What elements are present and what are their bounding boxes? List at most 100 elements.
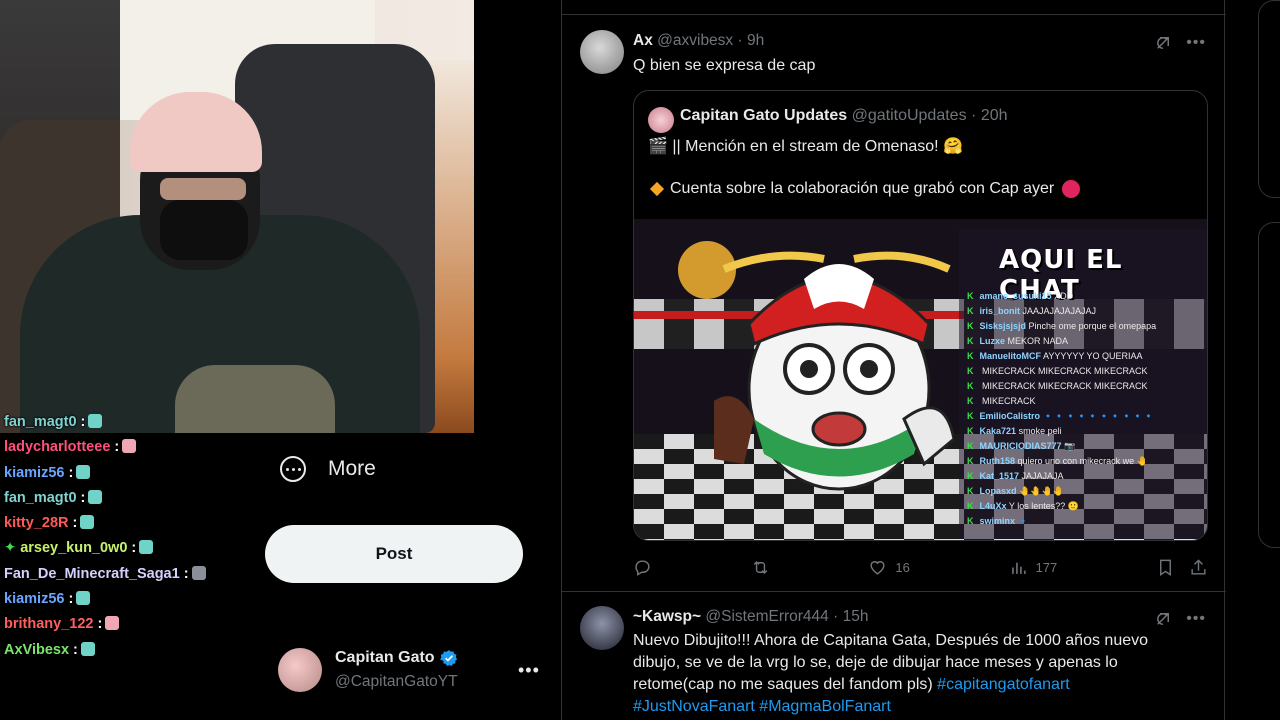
chat-overlay: AQUI EL CHAT amane_susuki15 XDDiris_boni… [959,229,1207,539]
more-nav-item[interactable]: More [280,456,376,482]
overlay-chat-line: EmilioCalistro 🔹🔹🔹🔹🔹🔹🔹🔹🔹🔹 [967,411,1155,422]
more-options-icon[interactable]: ••• [1186,610,1206,628]
avatar[interactable] [580,30,624,74]
red-circle-icon [1062,180,1081,198]
overlay-chat-message: MIKECRACK MIKECRACK MIKECRACK [982,366,1148,376]
chat-message: fan_magt0 : [4,486,264,511]
account-menu-icon[interactable]: ••• [518,660,540,681]
chat-username[interactable]: Fan_De_Minecraft_Saga1 [4,566,180,582]
tweet-text-line4-row: #JustNovaFanart #MagmaBolFanart [633,696,1193,718]
quote-text-line2-row: Cuenta sobre la colaboración que grabó c… [649,180,1081,198]
chat-message: ✦ arsey_kun_0w0 : [4,536,264,561]
reply-icon [635,559,650,576]
overlay-chat-message: JAAJAJAJAJAJAJ [1022,306,1097,316]
sidebar-card [1258,222,1280,548]
overlay-chat-user: L4uXx [979,501,1007,511]
avatar [278,648,322,692]
more-options-icon[interactable]: ••• [1186,34,1206,52]
views-button[interactable]: 177 [1009,558,1057,577]
more-label: More [328,457,376,480]
tweet-time[interactable]: 15h [843,608,869,625]
overlay-chat-message: XDD [1054,291,1074,301]
author-name[interactable]: ~Kawsp~ [633,608,701,625]
overlay-chat-line: Kaka721 smoke peli [967,426,1062,436]
chat-username[interactable]: AxVibesx [4,642,69,658]
tweet-top-actions: ••• [1154,610,1206,628]
chat-message: kiamiz56 : [4,587,264,612]
overlay-chat-user: ManuelitoMCF [979,351,1042,361]
face-mask [160,200,248,260]
overlay-chat-line: amane_susuki15 XDD [967,291,1074,301]
more-circle-icon [280,456,306,482]
streamer-eyes [160,178,246,200]
bookmark-icon[interactable] [1156,558,1175,577]
chat-username[interactable]: kiamiz56 [4,591,64,607]
overlay-chat-line: swiminx 🔹 [967,516,1029,527]
overlay-chat-line: Ruth158 quiero uno con mikecrack we 🤚 [967,456,1148,467]
avatar[interactable] [580,606,624,650]
tweet-actions: 16 177 [633,556,1208,578]
overlay-chat-line: MIKECRACK MIKECRACK MIKECRACK [967,381,1148,391]
avatar [648,107,674,133]
tweet-text-line1: Nuevo Dibujito!!! Ahora de Capitana Gata… [633,632,1149,649]
overlay-chat-message: MEKOR NADA [1007,336,1069,346]
profile-name: Capitan Gato [335,649,435,666]
tweet-divider [562,591,1226,592]
chat-message: AxVibesx : [4,638,264,663]
chat-username[interactable]: fan_magt0 [4,414,77,430]
overlay-chat-message: 📷 [1064,441,1076,451]
overlay-chat-user: MAURICIODIAS777 [979,441,1062,451]
quote-media-image[interactable]: AQUI EL CHAT amane_susuki15 XDDiris_boni… [634,219,1207,540]
tweet-text-line3: retome(cap no me saques del fandom pls) [633,676,933,693]
author-handle[interactable]: @SistemError444 [705,608,828,625]
timeline: Ax @axvibesx · 9h ••• Q bien se expresa … [561,0,1226,720]
post-button[interactable]: Post [265,525,523,583]
chat-username[interactable]: kitty_28R [4,515,68,531]
overlay-chat-line: MAURICIODIAS777 📷 [967,441,1076,452]
tweet-header: Ax @axvibesx · 9h [633,32,765,49]
tweet-extra-actions [1156,558,1208,577]
reply-button[interactable] [633,558,652,577]
orange-diamond-icon [649,181,665,197]
tweet-top-actions: ••• [1154,34,1206,52]
hashtag-link[interactable]: #capitangatofanart [937,676,1070,693]
webcam-feed [0,0,474,433]
cartoon-character [714,251,954,491]
overlay-chat-message: JAJAJAJA [1021,471,1064,481]
quote-author-name: Capitan Gato Updates [680,107,848,124]
author-name[interactable]: Ax [633,32,653,49]
overlay-chat-message: 🔹🔹🔹🔹🔹🔹🔹🔹🔹🔹 [1042,411,1155,421]
share-icon[interactable] [1189,558,1208,577]
tweet-time[interactable]: 9h [747,32,764,49]
profile-handle: @CapitanGatoYT [335,673,458,690]
chat-emote-icon [80,641,95,656]
repost-button[interactable] [751,558,770,577]
stream-chat: fan_magt0 : ladycharlotteee : kiamiz56 : fa… [4,410,264,663]
overlay-chat-user: Sisksjsjsjd [979,321,1027,331]
chat-username[interactable]: fan_magt0 [4,490,77,506]
like-button[interactable]: 16 [868,558,910,577]
chat-emote-icon [88,414,103,428]
tweet-text-line3-row: retome(cap no me saques del fandom pls) … [633,674,1193,696]
grok-icon[interactable] [1154,34,1172,52]
chat-username[interactable]: kiamiz56 [4,465,64,481]
chat-emote-icon [105,616,120,631]
tweet-text: Nuevo Dibujito!!! Ahora de Capitana Gata… [633,630,1193,718]
chat-username[interactable]: arsey_kun_0w0 [20,540,127,556]
hashtag-link[interactable]: #JustNovaFanart [633,698,755,715]
hashtag-link[interactable]: #MagmaBolFanart [759,698,891,715]
chat-badge-icon: ✦ [4,540,21,557]
heart-icon [870,560,885,575]
quote-time: 20h [980,107,1008,124]
chat-emote-icon [191,565,206,580]
quoted-tweet[interactable]: Capitan Gato Updates @gatitoUpdates · 20… [633,90,1208,541]
author-handle[interactable]: @axvibesx [657,32,733,49]
chat-message: kitty_28R : [4,511,264,536]
chat-username[interactable]: ladycharlotteee [4,439,110,455]
grok-icon[interactable] [1154,610,1172,628]
profile-name-row: Capitan Gato [335,649,458,667]
chat-username[interactable]: brithany_122 [4,616,93,632]
quote-author-handle: @gatitoUpdates [851,107,967,124]
chat-emote-icon [76,591,91,606]
account-switcher[interactable]: Capitan Gato @CapitanGatoYT ••• [278,646,540,696]
